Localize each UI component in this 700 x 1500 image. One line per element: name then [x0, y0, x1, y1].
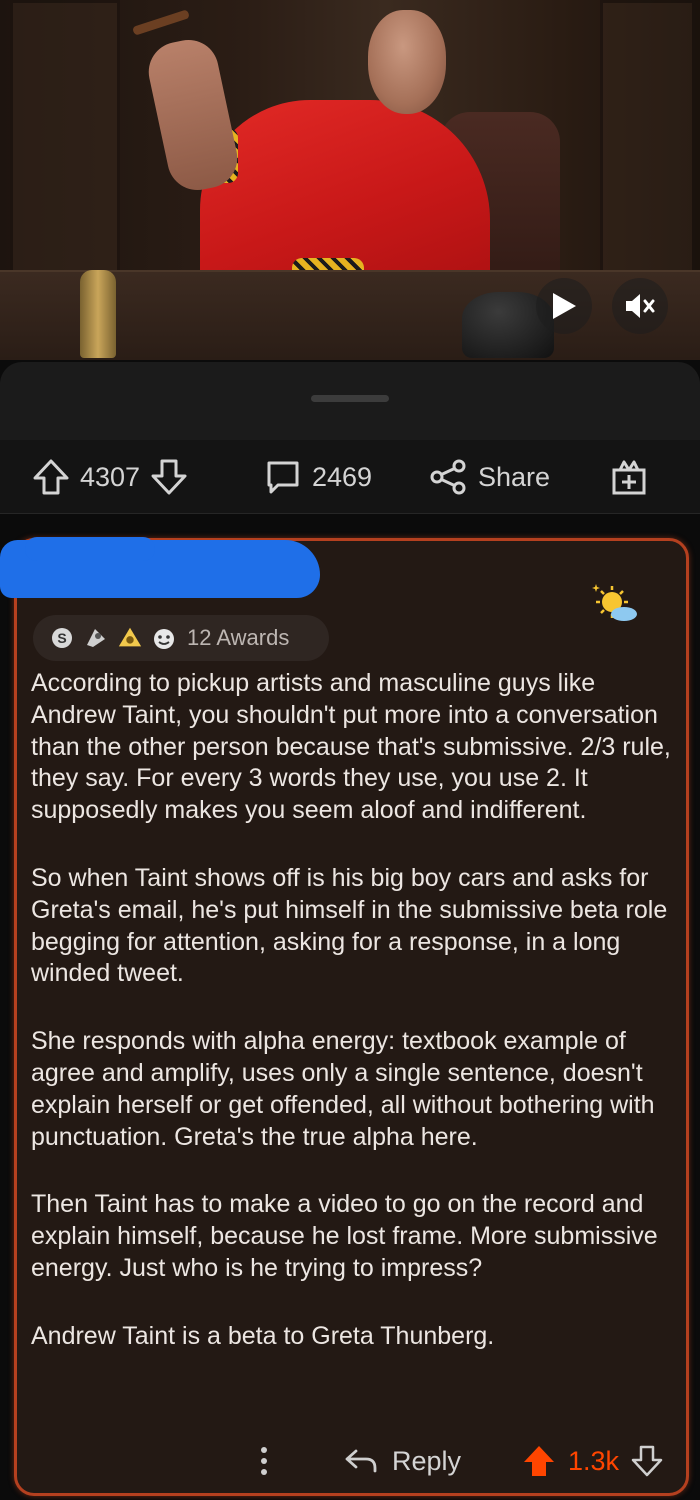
downvote-arrow-icon[interactable]: [150, 458, 188, 496]
upvote-count: 4307: [80, 461, 141, 492]
play-button[interactable]: [536, 278, 592, 334]
comment-bubble-icon: [267, 461, 299, 494]
reply-button[interactable]: Reply: [344, 1430, 461, 1492]
comment-footer: Reply 1.3k: [14, 1430, 689, 1492]
cigar: [132, 9, 190, 36]
raised-arm: [143, 34, 243, 196]
vote-group: 4307: [32, 440, 188, 514]
bottom-sheet-header[interactable]: [0, 362, 700, 440]
brass-object: [80, 270, 116, 358]
more-options-button[interactable]: [258, 1430, 270, 1492]
award-gift-icon: [612, 460, 646, 495]
helpful-award-icon: [117, 625, 143, 651]
drag-handle[interactable]: [311, 395, 389, 402]
volume-muted-icon: [626, 294, 655, 318]
share-icon: [430, 459, 466, 495]
comment-paragraph: So when Taint shows off is his big boy c…: [31, 863, 668, 988]
award-button[interactable]: [610, 440, 648, 514]
comment-paragraph: Andrew Taint is a beta to Greta Thunberg…: [31, 1321, 495, 1350]
comments-button[interactable]: 2469: [264, 440, 382, 514]
comment-score: 1.3k: [568, 1445, 620, 1476]
comment-body: According to pickup artists and masculin…: [31, 668, 676, 1389]
comment-paragraph: Then Taint has to make a video to go on …: [31, 1190, 658, 1282]
vertical-dots-icon: [261, 1447, 267, 1475]
share-button[interactable]: Share: [428, 440, 560, 514]
reply-label: Reply: [392, 1445, 462, 1476]
comment-paragraph: She responds with alpha energy: textbook…: [31, 1027, 655, 1151]
video-player[interactable]: [0, 0, 700, 360]
mute-button[interactable]: [612, 278, 668, 334]
wholesome-award-icon: [151, 625, 177, 651]
section-gap: [0, 514, 700, 538]
comment-paragraph: According to pickup artists and masculin…: [31, 669, 671, 825]
user-flair-sun-icon: [592, 584, 637, 621]
comment-count: 2469: [312, 461, 373, 492]
wall-panel: [10, 0, 120, 300]
post-action-bar: 4307 2469 Share: [0, 440, 700, 514]
awards-pill[interactable]: S 12 Awards: [33, 615, 329, 661]
redacted-username: [25, 537, 155, 561]
svg-text:S: S: [57, 630, 66, 646]
silver-award-icon: S: [49, 625, 75, 651]
comment-vote-group: 1.3k: [522, 1430, 663, 1492]
share-label: Share: [478, 461, 551, 492]
wall-panel: [600, 0, 695, 300]
comment-screen: 4307 2469 Share S 12 Awards According to…: [0, 0, 700, 1500]
upvote-arrow-icon[interactable]: [32, 458, 70, 496]
reply-arrow-icon: [345, 1449, 377, 1473]
downvote-arrow-icon[interactable]: [631, 1445, 663, 1477]
awards-count: 12 Awards: [187, 625, 290, 650]
upvote-arrow-filled-icon[interactable]: [522, 1444, 556, 1478]
person-head: [368, 10, 446, 114]
play-icon: [553, 293, 576, 319]
rocket-like-award-icon: [83, 625, 109, 651]
